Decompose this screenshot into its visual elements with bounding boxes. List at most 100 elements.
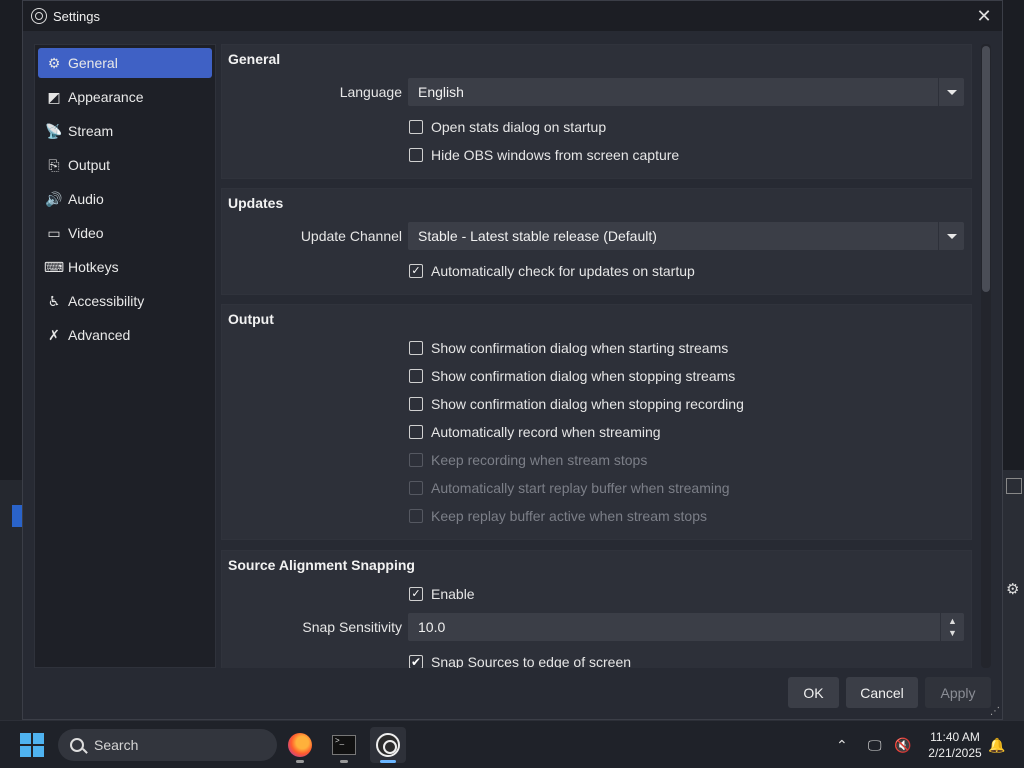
settings-dialog: Settings ✕ ⚙ General ◩ Appearance 📡 Stre…	[22, 0, 1003, 720]
ok-button[interactable]: OK	[788, 677, 839, 708]
sidebar-item-label: General	[68, 55, 118, 71]
clock-date: 2/21/2025	[928, 746, 982, 760]
resize-grip-icon[interactable]: ⋰	[990, 706, 1000, 717]
sidebar-item-accessibility[interactable]: ♿ Accessibility	[38, 286, 212, 316]
close-icon[interactable]: ✕	[974, 6, 994, 26]
taskbar-firefox[interactable]	[282, 727, 318, 763]
snap-edge-checkbox[interactable]: ✔ Snap Sources to edge of screen	[409, 654, 631, 668]
apply-button[interactable]: Apply	[925, 677, 991, 708]
sidebar-item-stream[interactable]: 📡 Stream	[38, 116, 212, 146]
sidebar-item-audio[interactable]: 🔊 Audio	[38, 184, 212, 214]
background-panel-left	[0, 480, 22, 720]
checkbox-box	[409, 509, 423, 523]
checkbox-label: Automatically record when streaming	[431, 424, 661, 440]
tray-overflow-icon[interactable]: ⌃	[836, 721, 848, 768]
general-group: General Language English Open stats dial…	[221, 44, 972, 179]
check-icon: ✓	[409, 587, 423, 601]
confirm-stop-stream-checkbox[interactable]: Show confirmation dialog when stopping s…	[409, 368, 735, 384]
chevron-down-icon[interactable]: ▼	[948, 627, 957, 639]
checkbox-label: Keep recording when stream stops	[431, 452, 648, 468]
content-scrollbar[interactable]	[981, 44, 991, 668]
antenna-icon: 📡	[45, 122, 63, 139]
sidebar-item-hotkeys[interactable]: ⌨ Hotkeys	[38, 252, 212, 282]
chevron-up-icon[interactable]: ▲	[948, 615, 957, 627]
auto-check-updates-checkbox[interactable]: ✓ Automatically check for updates on sta…	[409, 263, 695, 279]
display-icon: ▭	[47, 224, 61, 241]
sidebar-item-video[interactable]: ▭ Video	[38, 218, 212, 248]
checkbox-label: Automatically start replay buffer when s…	[431, 480, 730, 496]
snap-sensitivity-label: Snap Sensitivity	[302, 619, 402, 635]
checkbox-label: Open stats dialog on startup	[431, 119, 607, 135]
sidebar-item-label: Advanced	[68, 327, 131, 343]
taskbar: Search >_ ⌃ 🖵 🔇 11:40 AM 2/21/2025 🔔	[0, 720, 1024, 768]
background-window-icon	[1006, 478, 1022, 494]
language-label: Language	[339, 84, 402, 100]
taskbar-search[interactable]: Search	[58, 729, 277, 761]
search-placeholder: Search	[94, 737, 139, 753]
checkbox-box	[409, 341, 423, 355]
notification-bell-icon[interactable]: 🔔	[988, 721, 1005, 768]
checkbox-box	[409, 425, 423, 439]
accessibility-icon: ♿	[47, 292, 61, 309]
checkbox-box	[409, 397, 423, 411]
sidebar-item-label: Accessibility	[68, 293, 145, 309]
settings-content: General Language English Open stats dial…	[221, 44, 972, 668]
background-gear-icon: ⚙	[1006, 581, 1020, 598]
confirm-stop-recording-checkbox[interactable]: Show confirmation dialog when stopping r…	[409, 396, 744, 412]
confirm-start-stream-checkbox[interactable]: Show confirmation dialog when starting s…	[409, 340, 728, 356]
auto-record-checkbox[interactable]: Automatically record when streaming	[409, 424, 661, 440]
window-title: Settings	[53, 8, 100, 24]
group-title-output: Output	[228, 311, 274, 327]
taskbar-obs[interactable]	[370, 727, 406, 763]
gear-icon: ⚙	[47, 54, 61, 71]
sidebar-item-label: Output	[68, 157, 111, 173]
clock-time: 11:40 AM	[930, 730, 980, 744]
update-channel-select[interactable]: Stable - Latest stable release (Default)	[408, 222, 964, 250]
snapping-group: Source Alignment Snapping ✓ Enable Snap …	[221, 550, 972, 668]
sidebar-item-label: Hotkeys	[68, 259, 119, 275]
settings-sidebar: ⚙ General ◩ Appearance 📡 Stream ⎘ Output…	[34, 44, 216, 668]
checkbox-label: Automatically check for updates on start…	[431, 263, 695, 279]
auto-replay-buffer-checkbox: Automatically start replay buffer when s…	[409, 480, 730, 496]
snapping-enable-checkbox[interactable]: ✓ Enable	[409, 586, 475, 602]
sidebar-item-label: Appearance	[68, 89, 144, 105]
terminal-icon: >_	[332, 735, 356, 755]
firefox-icon	[288, 733, 312, 757]
keep-recording-checkbox: Keep recording when stream stops	[409, 452, 647, 468]
volume-muted-icon[interactable]: 🔇	[894, 721, 911, 768]
group-title-snapping: Source Alignment Snapping	[228, 557, 415, 573]
group-title-updates: Updates	[228, 195, 284, 211]
sidebar-item-label: Video	[68, 225, 104, 241]
language-select[interactable]: English	[408, 78, 964, 106]
scrollbar-thumb[interactable]	[982, 46, 990, 292]
checkbox-label: Show confirmation dialog when stopping r…	[431, 396, 744, 412]
snap-sensitivity-spinbox[interactable]: 10.0 ▲ ▼	[408, 613, 964, 641]
open-stats-checkbox[interactable]: Open stats dialog on startup	[409, 119, 606, 135]
sidebar-item-output[interactable]: ⎘ Output	[38, 150, 212, 180]
update-channel-value: Stable - Latest stable release (Default)	[418, 228, 657, 244]
appearance-icon: ◩	[47, 88, 61, 105]
checkbox-box	[409, 120, 423, 134]
windows-start-icon[interactable]	[20, 733, 44, 757]
hide-obs-checkbox[interactable]: Hide OBS windows from screen capture	[409, 147, 679, 163]
sidebar-item-label: Audio	[68, 191, 104, 207]
cancel-button[interactable]: Cancel	[846, 677, 918, 708]
snap-sensitivity-value: 10.0	[418, 619, 446, 635]
update-channel-label: Update Channel	[300, 228, 402, 244]
checkbox-box	[409, 481, 423, 495]
checkbox-box	[409, 453, 423, 467]
checkbox-label: Enable	[431, 586, 475, 602]
network-icon[interactable]: 🖵	[868, 721, 882, 768]
speaker-icon: 🔊	[45, 190, 63, 207]
sidebar-item-appearance[interactable]: ◩ Appearance	[38, 82, 212, 112]
spin-buttons[interactable]: ▲ ▼	[940, 613, 964, 641]
checkbox-box	[409, 148, 423, 162]
taskbar-terminal[interactable]: >_	[326, 727, 362, 763]
taskbar-clock[interactable]: 11:40 AM 2/21/2025	[920, 729, 990, 761]
sidebar-item-advanced[interactable]: ✗ Advanced	[38, 320, 212, 350]
checkbox-box	[409, 369, 423, 383]
checkbox-label: Show confirmation dialog when stopping s…	[431, 368, 736, 384]
sidebar-item-general[interactable]: ⚙ General	[38, 48, 212, 78]
search-icon	[70, 738, 84, 752]
check-icon: ✔	[409, 654, 423, 668]
